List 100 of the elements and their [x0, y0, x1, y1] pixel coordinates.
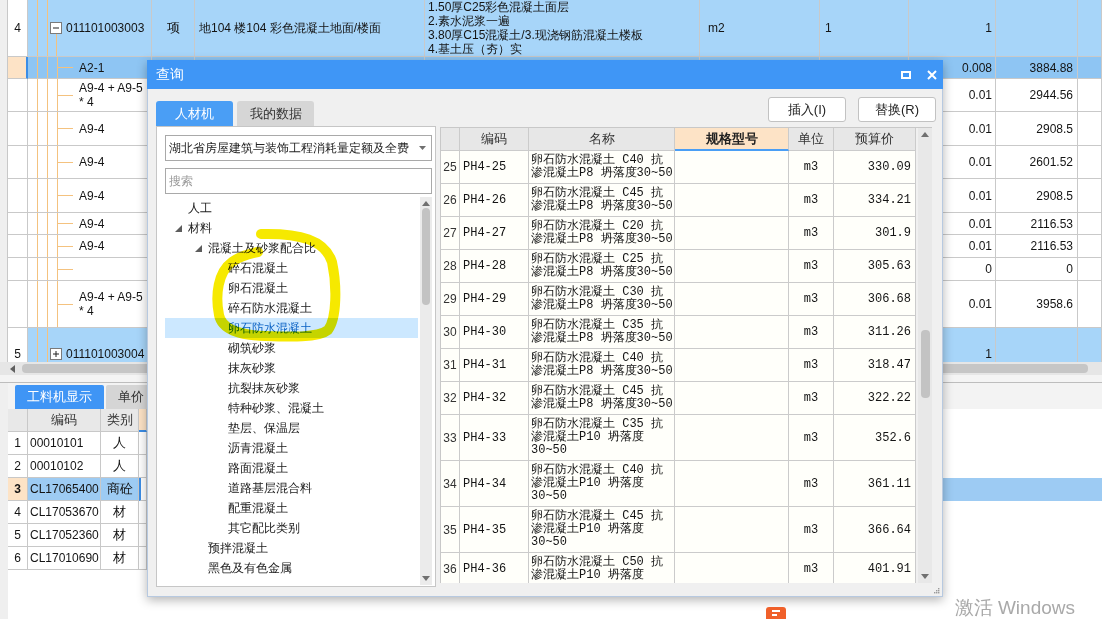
expanded-triangle-icon[interactable]: [175, 224, 182, 232]
price-cell: 305.63: [834, 250, 916, 283]
down-arrow-icon[interactable]: [422, 576, 430, 581]
code-cell: PH4-30: [460, 316, 529, 349]
tree-item[interactable]: 垫层、保温层: [165, 418, 418, 438]
column-header[interactable]: 单位: [789, 128, 834, 151]
tree-item[interactable]: 人工: [165, 198, 418, 218]
row-number: 27: [441, 217, 460, 250]
name-cell: 卵石防水混凝土 C45 抗渗混凝土P8 坍落度30~50: [529, 184, 675, 217]
row-number: 29: [441, 283, 460, 316]
tab[interactable]: 我的数据: [237, 101, 314, 126]
code-cell: PH4-32: [460, 382, 529, 415]
row-number: 33: [441, 415, 460, 461]
tree-item[interactable]: 黑色及有色金属: [165, 558, 418, 578]
left-arrow-icon[interactable]: [10, 364, 15, 373]
tree-item[interactable]: 沥青混凝土: [165, 438, 418, 458]
price-cell: 366.64: [834, 507, 916, 553]
row-selector[interactable]: [8, 258, 28, 281]
name-cell: 卵石防水混凝土 C40 抗渗混凝土P8 坍落度30~50: [529, 349, 675, 382]
description-line: 4.基土压（夯）实: [428, 42, 522, 56]
vertical-scrollbar[interactable]: [918, 128, 932, 583]
row-selector[interactable]: [8, 79, 28, 112]
unit-cell: m3: [789, 461, 834, 507]
code-cell: PH4-33: [460, 415, 529, 461]
description-line: 2.素水泥浆一遍: [428, 14, 510, 28]
row-selector[interactable]: [8, 213, 28, 235]
name-cell: 卵石防水混凝土 C35 抗渗混凝土P10 坍落度30~50: [529, 415, 675, 461]
up-arrow-icon[interactable]: [422, 201, 430, 206]
unit-cell: m3: [789, 151, 834, 184]
down-arrow-icon[interactable]: [921, 574, 929, 579]
code-cell: PH4-35: [460, 507, 529, 553]
scrollbar-thumb[interactable]: [422, 208, 430, 305]
scrollbar-thumb[interactable]: [920, 330, 930, 398]
replace-button[interactable]: 替换(R): [858, 97, 936, 122]
tree-item[interactable]: 碎石防水混凝土: [165, 298, 418, 318]
price-cell: 361.11: [834, 461, 916, 507]
expanded-triangle-icon[interactable]: [195, 244, 202, 252]
search-field[interactable]: 搜索: [165, 168, 432, 194]
vertical-scrollbar[interactable]: [420, 197, 432, 585]
name-cell: 卵石防水混凝土 C35 抗渗混凝土P8 坍落度30~50: [529, 316, 675, 349]
close-icon[interactable]: [927, 69, 937, 80]
column-header[interactable]: 规格型号: [675, 128, 789, 151]
tree-item[interactable]: 抗裂抹灰砂浆: [165, 378, 418, 398]
price-cell: 322.22: [834, 382, 916, 415]
column-header[interactable]: 编码: [28, 409, 101, 432]
tree-item[interactable]: 材料: [165, 218, 418, 238]
row-selector[interactable]: [8, 179, 28, 213]
plus-box-icon[interactable]: [50, 348, 62, 360]
code-cell: PH4-34: [460, 461, 529, 507]
tree-item[interactable]: 配重混凝土: [165, 498, 418, 518]
tree-item[interactable]: 其它配比类别: [165, 518, 418, 538]
column-header[interactable]: 类别: [101, 409, 139, 432]
row-selector[interactable]: [8, 235, 28, 258]
watermark-text: 激活 Windows: [954, 597, 1075, 619]
row-number: 28: [441, 250, 460, 283]
code-cell: PH4-26: [460, 184, 529, 217]
up-arrow-icon[interactable]: [921, 132, 929, 137]
tree-item[interactable]: 预拌混凝土: [165, 538, 418, 558]
name-cell: 卵石防水混凝土 C25 抗渗混凝土P8 坍落度30~50: [529, 250, 675, 283]
unit-cell: m3: [789, 382, 834, 415]
column-header[interactable]: 预算价: [834, 128, 916, 151]
unit-cell: m3: [789, 507, 834, 553]
tree-item[interactable]: 道路基层混合料: [165, 478, 418, 498]
row-number[interactable]: 5: [8, 328, 28, 362]
row-selector[interactable]: [8, 112, 28, 146]
code-cell: PH4-36: [460, 553, 529, 583]
minus-box-icon[interactable]: [50, 22, 62, 34]
row-selector[interactable]: [8, 146, 28, 179]
row-number[interactable]: 4: [8, 0, 28, 57]
code-cell: PH4-31: [460, 349, 529, 382]
row-selector[interactable]: [8, 281, 28, 328]
unit-cell: m3: [789, 316, 834, 349]
tree-item[interactable]: 卵石混凝土: [165, 278, 418, 298]
price-cell: 330.09: [834, 151, 916, 184]
tree-item[interactable]: 路面混凝土: [165, 458, 418, 478]
item-code: A9-4: [79, 155, 105, 169]
tree-item[interactable]: 抹灰砂浆: [165, 358, 418, 378]
row-selector[interactable]: [8, 57, 28, 79]
row-number[interactable]: 2: [8, 455, 28, 478]
row-number[interactable]: 3: [8, 478, 28, 501]
app-icon[interactable]: [766, 607, 786, 619]
maximize-icon[interactable]: [901, 70, 911, 79]
tree-item[interactable]: 特种砂浆、混凝土: [165, 398, 418, 418]
column-header[interactable]: [139, 409, 147, 432]
library-dropdown[interactable]: 湖北省房屋建筑与装饰工程消耗量定额及全费: [165, 135, 432, 161]
price-cell: 311.26: [834, 316, 916, 349]
column-header[interactable]: 编码: [460, 128, 529, 151]
unit-cell: m3: [789, 349, 834, 382]
table-row[interactable]: 4 011101003003 项 地104 楼104 彩色混凝土地面/楼面 1.50厚C25彩色混凝土面层 2.素水泥浆一遍 3.80厚C15混凝土/3.现浇钢筋混凝土楼板 4.基土压（夯）实 m2 1 1: [8, 0, 1102, 57]
column-header[interactable]: 名称: [529, 128, 675, 151]
unit-cell: m3: [789, 250, 834, 283]
resize-grip-icon[interactable]: [933, 587, 940, 594]
row-number[interactable]: 5: [8, 524, 28, 547]
tree-item[interactable]: 砌筑砂浆: [165, 338, 418, 358]
row-number[interactable]: 1: [8, 432, 28, 455]
item-code: A9-4 + A9-5 * 4: [79, 81, 144, 109]
row-number: 36: [441, 553, 460, 583]
row-number[interactable]: 4: [8, 501, 28, 524]
row-number[interactable]: 6: [8, 547, 28, 570]
insert-button[interactable]: 插入(I): [768, 97, 846, 122]
